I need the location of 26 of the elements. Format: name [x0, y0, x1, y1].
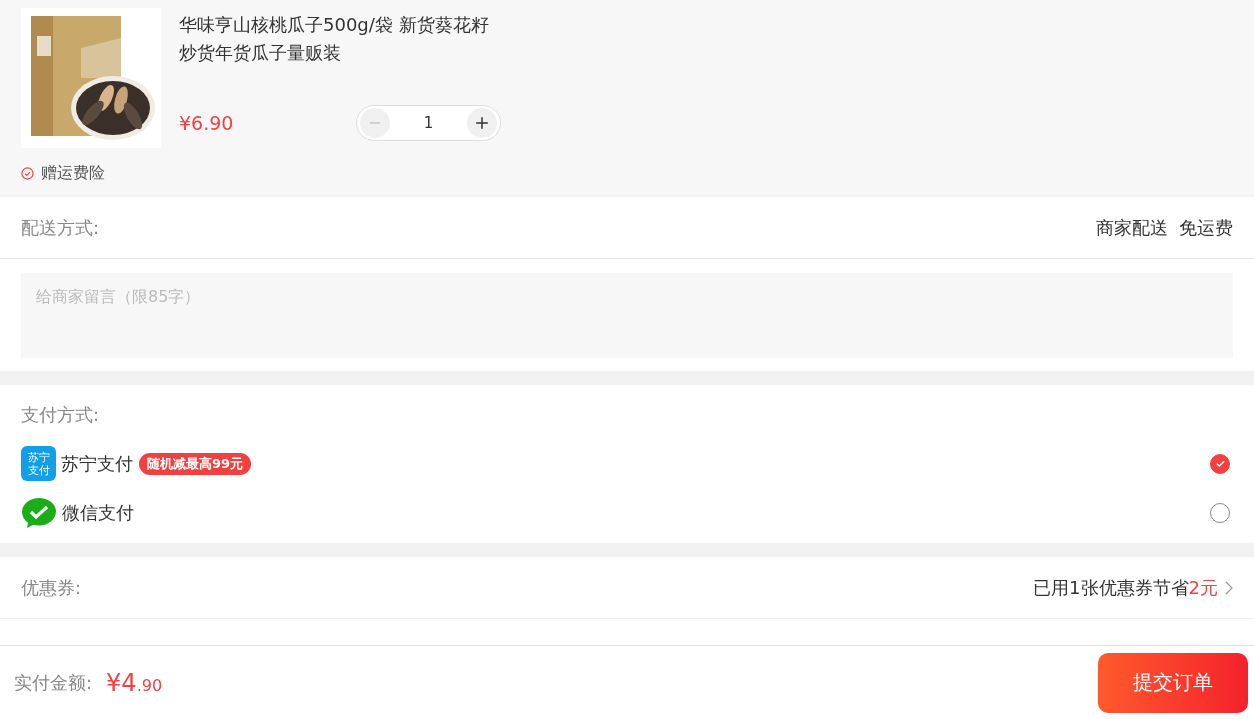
insurance-label: 赠运费险	[41, 163, 105, 184]
total-amount: ¥4	[106, 668, 137, 697]
plus-icon	[475, 116, 489, 130]
product-price: ¥6.90	[179, 112, 235, 134]
delivery-label: 配送方式:	[21, 215, 100, 240]
submit-order-button[interactable]: 提交订单	[1098, 652, 1248, 713]
product-title: 华味亨山核桃瓜子500g/袋 新货葵花籽炒货年货瓜子量贩装	[179, 13, 490, 65]
coupon-saving: 2元	[1188, 575, 1218, 600]
coupon-summary: 已用1张优惠券节省	[1033, 575, 1189, 600]
chevron-right-icon	[1225, 580, 1233, 595]
payment-radio[interactable]	[1210, 453, 1230, 474]
wechat-pay-icon	[21, 496, 57, 529]
total-decimal: .90	[136, 675, 163, 695]
check-circle-icon	[21, 167, 34, 180]
delivery-value: 商家配送 免运费	[1095, 215, 1233, 240]
payment-method-name: 微信支付	[62, 500, 134, 525]
plus-button[interactable]	[467, 108, 497, 138]
quantity-value: 1	[423, 114, 434, 132]
message-field[interactable]: 给商家留言（限85字）	[21, 273, 1233, 358]
check-icon	[1214, 458, 1226, 469]
promo-badge: 随机减最高99元	[139, 452, 252, 475]
payment-method-name: 苏宁支付	[61, 451, 133, 476]
suning-pay-icon: 苏宁支付	[21, 446, 56, 481]
payment-label: 支付方式:	[21, 403, 101, 427]
coupon-label: 优惠券:	[21, 575, 82, 600]
total-label: 实付金额:	[14, 670, 93, 695]
